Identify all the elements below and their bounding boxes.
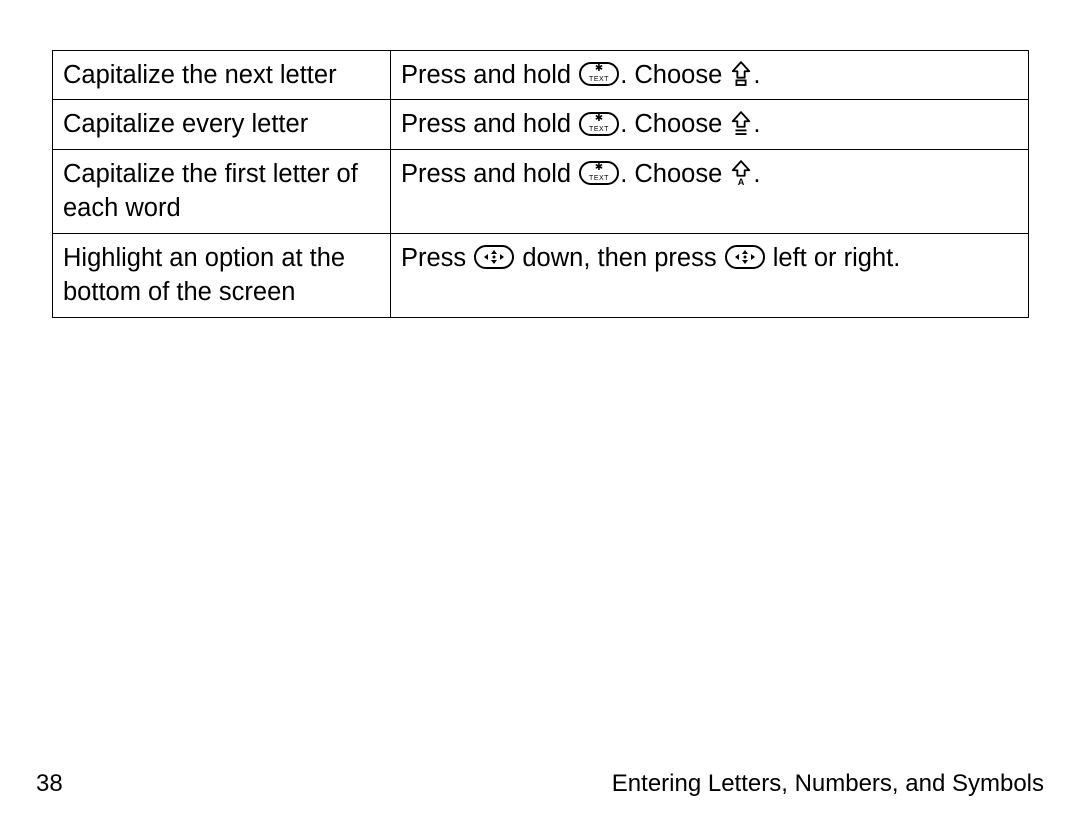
howto-text: . Choose — [620, 110, 729, 138]
section-title: Entering Letters, Numbers, and Symbols — [612, 770, 1044, 798]
nav-key-icon — [725, 245, 765, 269]
howto-cell: Press and hold . Choose . — [391, 51, 1029, 100]
howto-text: left or right. — [766, 244, 901, 272]
page-footer: 38 Entering Letters, Numbers, and Symbol… — [0, 770, 1080, 798]
action-cell: Capitalize every letter — [53, 100, 391, 149]
table-row: Highlight an option at the bottom of the… — [53, 233, 1029, 317]
text-key-icon — [579, 62, 619, 86]
howto-text: down, then press — [515, 244, 723, 272]
action-cell: Capitalize the next letter — [53, 51, 391, 100]
nav-key-icon — [474, 245, 514, 269]
action-cell: Capitalize the first letter of each word — [53, 149, 391, 233]
table-row: Capitalize the next letterPress and hold… — [53, 51, 1029, 100]
shift-all-icon — [730, 111, 752, 137]
howto-text: . Choose — [620, 160, 729, 188]
howto-cell: Press and hold . Choose . — [391, 100, 1029, 149]
shift-next-icon — [730, 61, 752, 87]
page-number: 38 — [36, 770, 63, 798]
text-key-icon — [579, 161, 619, 185]
text-key-icon — [579, 112, 619, 136]
howto-text: Press and hold — [401, 61, 578, 89]
howto-cell: Press down, then press left or right. — [391, 233, 1029, 317]
table-row: Capitalize every letterPress and hold . … — [53, 100, 1029, 149]
instructions-table: Capitalize the next letterPress and hold… — [52, 50, 1029, 318]
howto-text: Press — [401, 244, 473, 272]
action-cell: Highlight an option at the bottom of the… — [53, 233, 391, 317]
howto-text: . — [753, 61, 760, 89]
howto-cell: Press and hold . Choose . — [391, 149, 1029, 233]
shift-word-icon — [730, 160, 752, 186]
howto-text: Press and hold — [401, 160, 578, 188]
howto-text: . — [753, 160, 760, 188]
table-row: Capitalize the first letter of each word… — [53, 149, 1029, 233]
howto-text: Press and hold — [401, 110, 578, 138]
howto-text: . — [753, 110, 760, 138]
howto-text: . Choose — [620, 61, 729, 89]
